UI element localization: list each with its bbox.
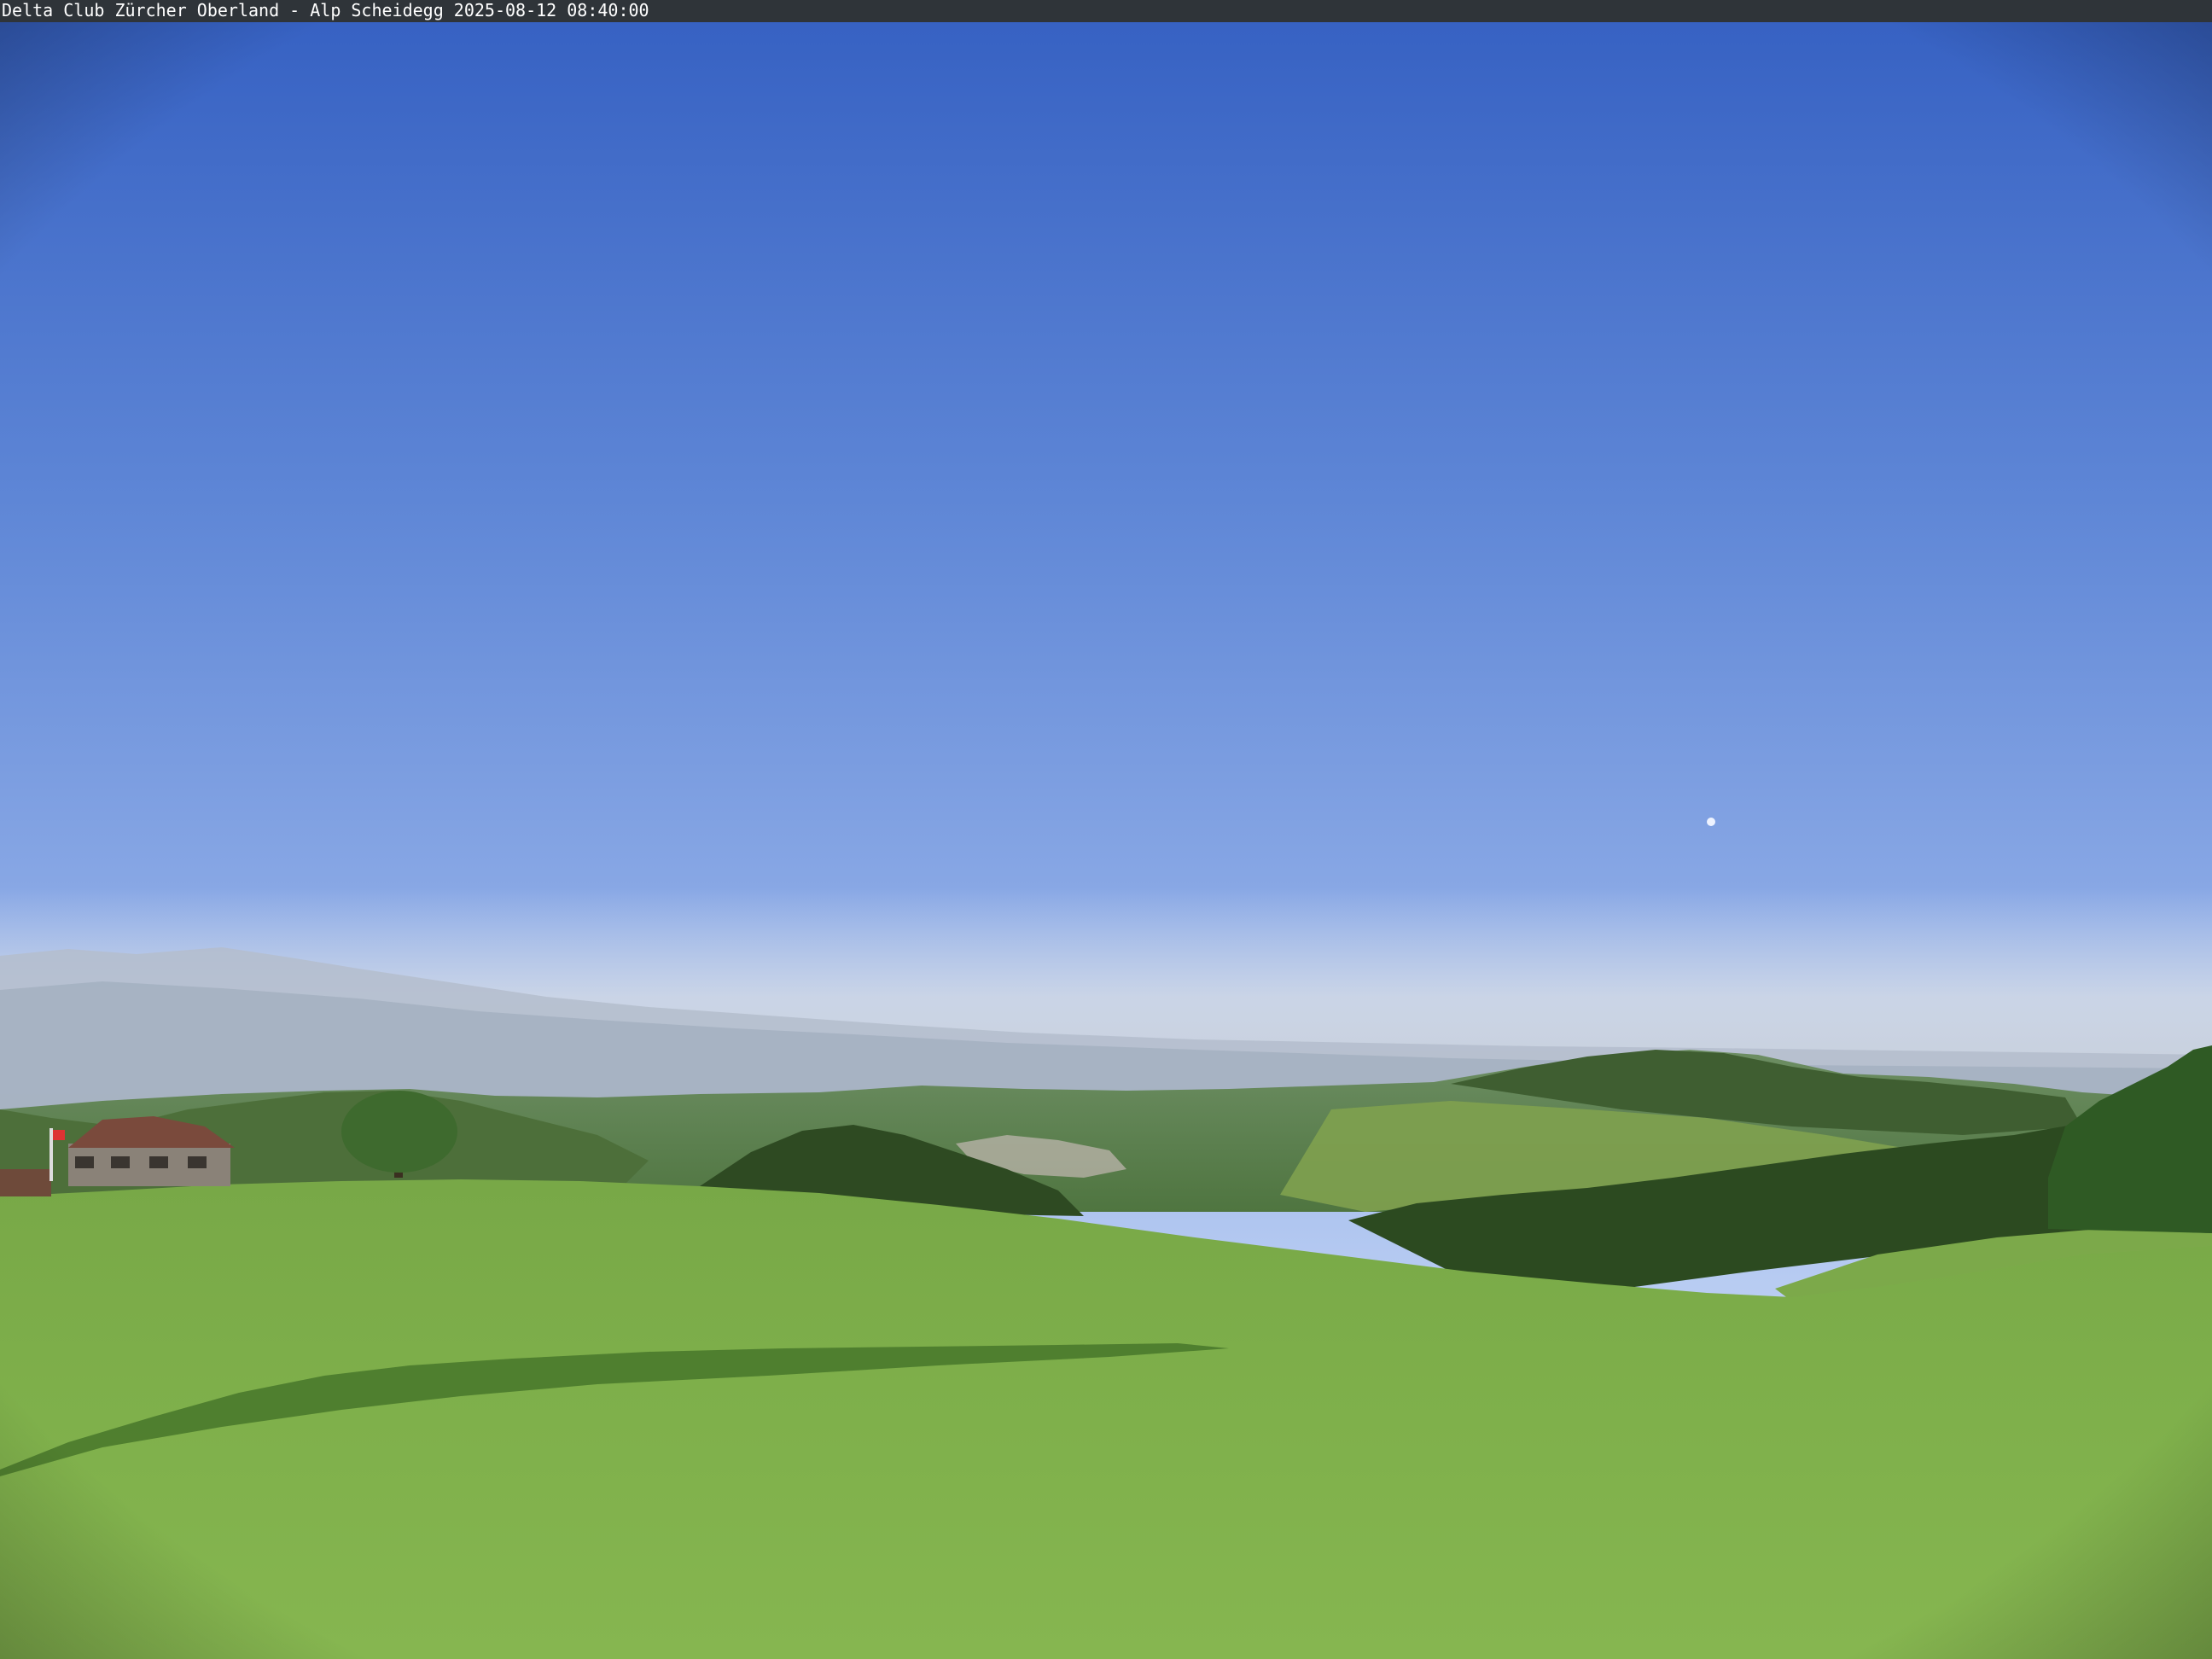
caption-bar: Delta Club Zürcher Oberland - Alp Scheid… — [0, 0, 2212, 22]
caption-text: Delta Club Zürcher Oberland - Alp Scheid… — [2, 0, 649, 20]
lens-vignette — [0, 0, 2212, 1659]
webcam-landscape-image — [0, 0, 2212, 1659]
webcam-frame: Delta Club Zürcher Oberland - Alp Scheid… — [0, 0, 2212, 1659]
